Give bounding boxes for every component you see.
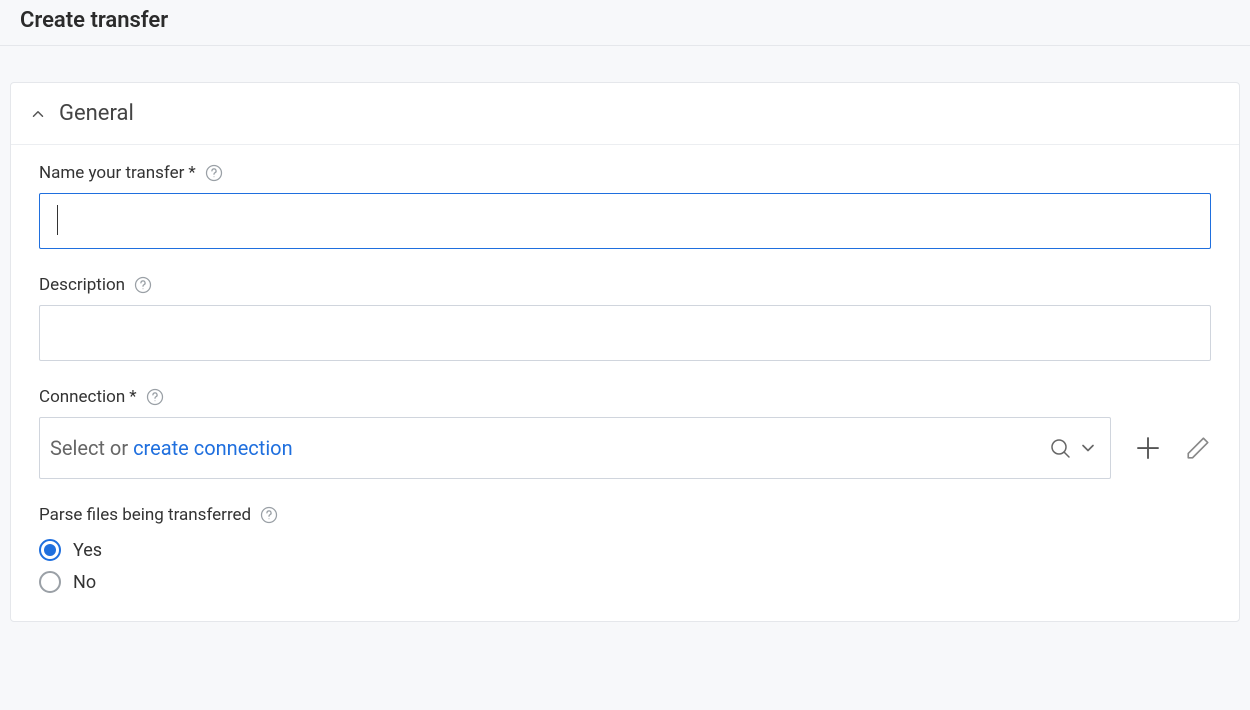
help-icon[interactable]	[259, 505, 279, 525]
radio-yes[interactable]: Yes	[39, 539, 1211, 561]
required-mark: *	[129, 387, 136, 407]
form-panel: General Name your transfer *	[10, 82, 1240, 622]
field-connection-label-row: Connection *	[39, 387, 1211, 407]
chevron-down-icon[interactable]	[1078, 438, 1098, 458]
help-icon[interactable]	[145, 387, 165, 407]
connection-placeholder-prefix: Select or	[50, 436, 133, 460]
radio-yes-label: Yes	[73, 540, 102, 561]
field-connection-label: Connection	[39, 387, 125, 407]
radio-no-label: No	[73, 572, 96, 593]
radio-circle-checked	[39, 539, 61, 561]
field-parse: Parse files being transferred	[39, 505, 1211, 593]
section-general-header[interactable]: General	[11, 83, 1239, 145]
add-connection-button[interactable]	[1133, 433, 1163, 463]
parse-radio-group: Yes No	[39, 539, 1211, 593]
connection-row: Select or create connection	[39, 417, 1211, 479]
field-connection: Connection * Select or create connection	[39, 387, 1211, 479]
input-caret	[57, 205, 58, 235]
connection-select-icons	[1048, 436, 1098, 460]
main-content: General Name your transfer *	[0, 46, 1250, 632]
radio-circle-unchecked	[39, 571, 61, 593]
name-input[interactable]	[39, 193, 1211, 249]
field-name-label: Name your transfer	[39, 163, 184, 183]
field-description-label: Description	[39, 275, 125, 295]
required-mark: *	[188, 163, 195, 183]
connection-select[interactable]: Select or create connection	[39, 417, 1111, 479]
section-general-title: General	[59, 101, 134, 126]
connection-placeholder: Select or create connection	[50, 436, 1048, 460]
page-title: Create transfer	[20, 8, 1230, 33]
page-header: Create transfer	[0, 0, 1250, 46]
radio-no[interactable]: No	[39, 571, 1211, 593]
field-parse-label-row: Parse files being transferred	[39, 505, 1211, 525]
description-input[interactable]	[39, 305, 1211, 361]
chevron-up-icon	[29, 105, 47, 123]
edit-connection-button[interactable]	[1185, 435, 1211, 461]
help-icon[interactable]	[204, 163, 224, 183]
field-description-label-row: Description	[39, 275, 1211, 295]
search-icon[interactable]	[1048, 436, 1072, 460]
field-name-label-row: Name your transfer *	[39, 163, 1211, 183]
name-input-wrapper	[39, 193, 1211, 249]
field-name: Name your transfer *	[39, 163, 1211, 249]
field-parse-label: Parse files being transferred	[39, 505, 251, 525]
radio-dot	[44, 544, 56, 556]
create-connection-link[interactable]: create connection	[133, 436, 293, 460]
form-body: Name your transfer *	[11, 145, 1239, 621]
help-icon[interactable]	[133, 275, 153, 295]
field-description: Description	[39, 275, 1211, 361]
